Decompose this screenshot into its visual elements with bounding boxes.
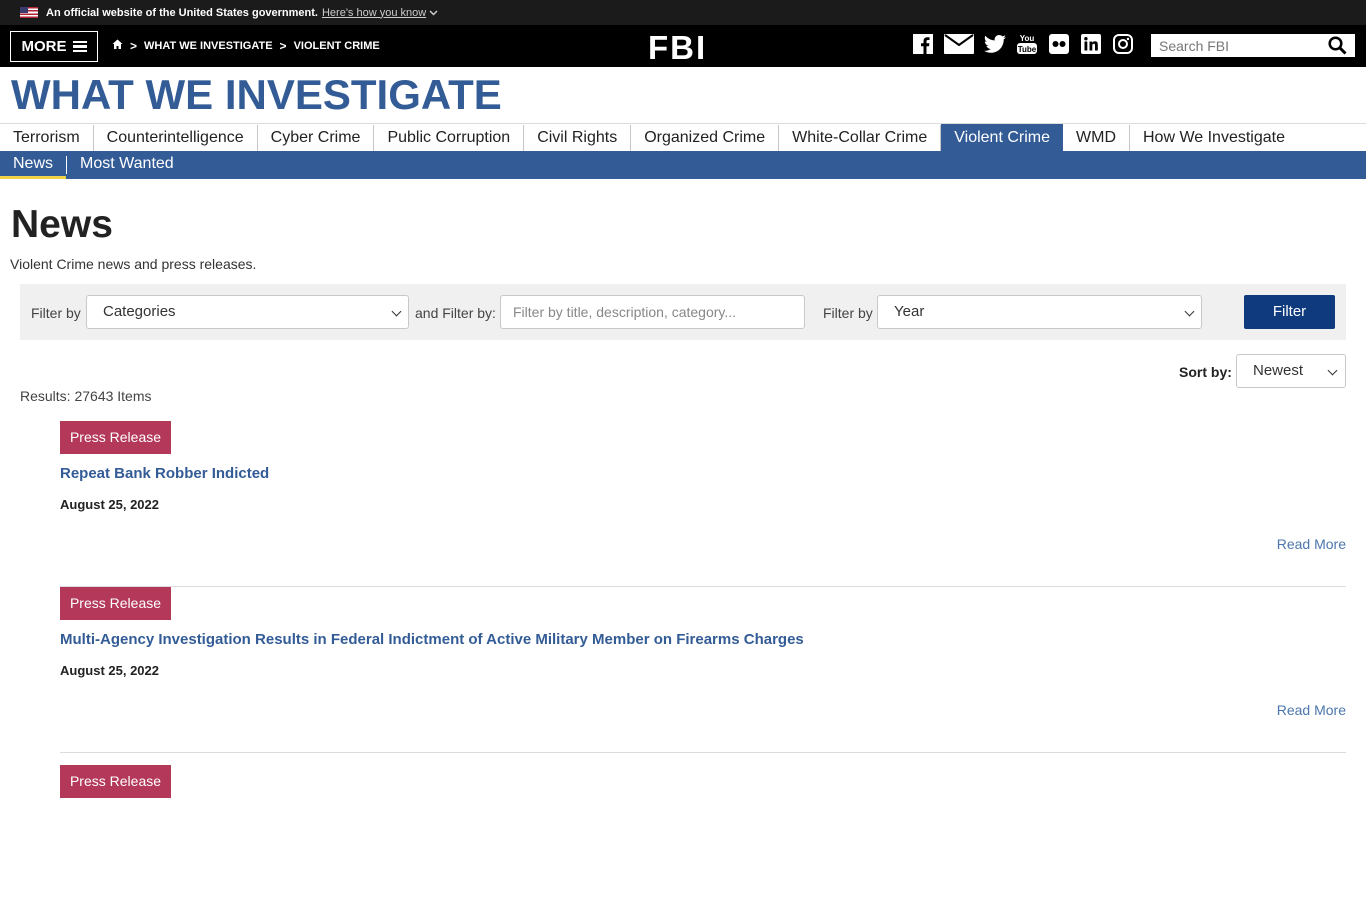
read-more-link[interactable]: Read More <box>1277 702 1346 718</box>
breadcrumb-violent-crime[interactable]: VIOLENT CRIME <box>294 40 380 52</box>
sort-label: Sort by: <box>1179 364 1232 380</box>
chevron-down-icon <box>1327 365 1338 376</box>
read-more-link[interactable]: Read More <box>1277 536 1346 552</box>
news-date: August 25, 2022 <box>60 663 159 678</box>
press-release-badge[interactable]: Press Release <box>60 765 171 798</box>
categories-select-value: Categories <box>103 303 176 320</box>
year-select-value: Year <box>894 303 925 320</box>
chevron-down-icon <box>391 306 402 317</box>
chevron-down-icon[interactable] <box>429 8 438 18</box>
nav-public-corruption[interactable]: Public Corruption <box>374 125 525 151</box>
search-icon[interactable] <box>1328 36 1347 60</box>
sort-select[interactable]: Newest <box>1236 354 1346 388</box>
more-menu-button[interactable]: MORE <box>10 30 98 62</box>
gov-banner-text: An official website of the United States… <box>46 6 318 19</box>
categories-select[interactable]: Categories <box>86 295 409 329</box>
filter-bar: Filter by Categories and Filter by: Filt… <box>20 284 1346 340</box>
svg-text:Tube: Tube <box>1018 45 1037 54</box>
page-description: Violent Crime news and press releases. <box>10 256 257 272</box>
email-icon[interactable] <box>944 33 974 55</box>
primary-nav: Terrorism Counterintelligence Cyber Crim… <box>0 123 1366 152</box>
svg-text:You: You <box>1020 34 1035 43</box>
news-date: August 25, 2022 <box>60 497 159 512</box>
breadcrumb-what-we-investigate[interactable]: WHAT WE INVESTIGATE <box>144 40 273 52</box>
search-box <box>1151 34 1355 57</box>
subnav-news[interactable]: News <box>0 151 67 179</box>
nav-counterintelligence[interactable]: Counterintelligence <box>94 125 258 151</box>
list-item: Press Release Multi-Agency Investigation… <box>60 587 1346 753</box>
nav-wmd[interactable]: WMD <box>1063 125 1130 151</box>
press-release-badge[interactable]: Press Release <box>60 587 171 620</box>
top-header: MORE > WHAT WE INVESTIGATE > VIOLENT CRI… <box>0 25 1366 67</box>
news-title-link[interactable]: Multi-Agency Investigation Results in Fe… <box>60 631 804 648</box>
chevron-down-icon <box>1184 306 1195 317</box>
facebook-icon[interactable] <box>912 33 934 55</box>
news-title-link[interactable]: Repeat Bank Robber Indicted <box>60 465 269 482</box>
breadcrumb: > WHAT WE INVESTIGATE > VIOLENT CRIME <box>112 39 380 53</box>
breadcrumb-separator-icon: > <box>130 39 138 53</box>
us-flag-icon <box>20 7 38 18</box>
nav-white-collar-crime[interactable]: White-Collar Crime <box>779 125 942 151</box>
social-links: You Tube <box>912 33 1134 55</box>
more-label: MORE <box>21 37 67 55</box>
nav-cyber-crime[interactable]: Cyber Crime <box>258 125 375 151</box>
sub-nav: News Most Wanted <box>0 151 1366 179</box>
sort-row: Sort by: Newest <box>0 354 1366 402</box>
twitter-icon[interactable] <box>984 33 1006 55</box>
news-list: Press Release Repeat Bank Robber Indicte… <box>60 421 1346 919</box>
linkedin-icon[interactable] <box>1080 33 1102 55</box>
nav-civil-rights[interactable]: Civil Rights <box>524 125 632 151</box>
nav-violent-crime[interactable]: Violent Crime <box>941 124 1064 152</box>
nav-how-we-investigate[interactable]: How We Investigate <box>1130 125 1298 151</box>
subnav-most-wanted[interactable]: Most Wanted <box>67 151 187 179</box>
list-item: Press Release Repeat Bank Robber Indicte… <box>60 421 1346 587</box>
nav-terrorism[interactable]: Terrorism <box>0 125 94 151</box>
year-select[interactable]: Year <box>877 295 1202 329</box>
filter-label-year: Filter by <box>823 305 873 321</box>
youtube-icon[interactable]: You Tube <box>1016 33 1038 55</box>
heres-how-you-know-link[interactable]: Here's how you know <box>322 7 426 19</box>
filter-button[interactable]: Filter <box>1244 295 1335 329</box>
press-release-badge[interactable]: Press Release <box>60 421 171 454</box>
gov-banner: An official website of the United States… <box>0 0 1366 25</box>
filter-label-categories: Filter by <box>31 305 81 321</box>
filter-label-text: and Filter by: <box>415 305 496 321</box>
filter-text-input[interactable]: Filter by title, description, category..… <box>500 295 805 329</box>
section-title[interactable]: WHAT WE INVESTIGATE <box>0 67 1366 123</box>
search-input[interactable] <box>1151 35 1321 56</box>
page-title: News <box>11 203 113 246</box>
breadcrumb-separator-icon: > <box>279 39 287 53</box>
instagram-icon[interactable] <box>1112 33 1134 55</box>
fbi-logo[interactable]: FBI <box>648 29 707 67</box>
sort-select-value: Newest <box>1253 362 1304 379</box>
flickr-icon[interactable] <box>1048 33 1070 55</box>
nav-organized-crime[interactable]: Organized Crime <box>631 125 780 151</box>
list-item: Press Release <box>60 753 1346 919</box>
home-icon[interactable] <box>112 39 123 53</box>
results-count: Results: 27643 Items <box>20 388 152 404</box>
hamburger-icon <box>72 40 87 52</box>
